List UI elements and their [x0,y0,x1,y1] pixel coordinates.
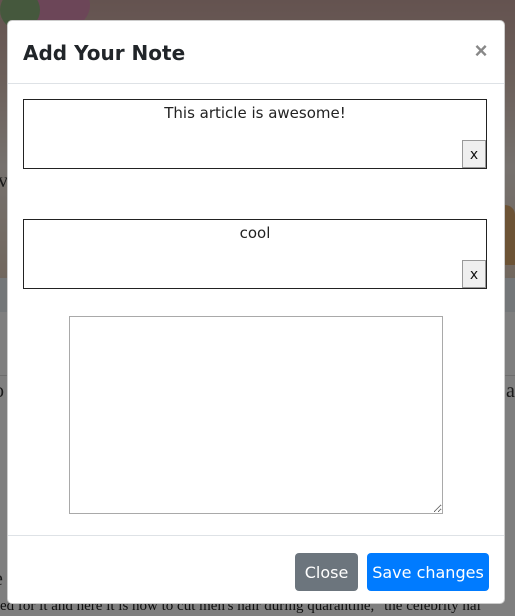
close-icon[interactable]: × [470,37,492,65]
note-text: cool [239,224,271,242]
modal-header: Add Your Note × [8,21,504,84]
note-text: This article is awesome! [164,104,346,122]
note-item: This article is awesome! x [23,99,487,169]
save-changes-button[interactable]: Save changes [367,553,489,591]
delete-note-button[interactable]: x [462,260,486,288]
modal-title: Add Your Note [23,41,186,65]
delete-note-button[interactable]: x [462,140,486,168]
modal-footer: Close Save changes [8,535,504,604]
add-note-modal: Add Your Note × This article is awesome!… [7,20,505,604]
note-item: cool x [23,219,487,289]
close-button[interactable]: Close [295,553,358,591]
new-note-textarea[interactable] [69,316,443,514]
